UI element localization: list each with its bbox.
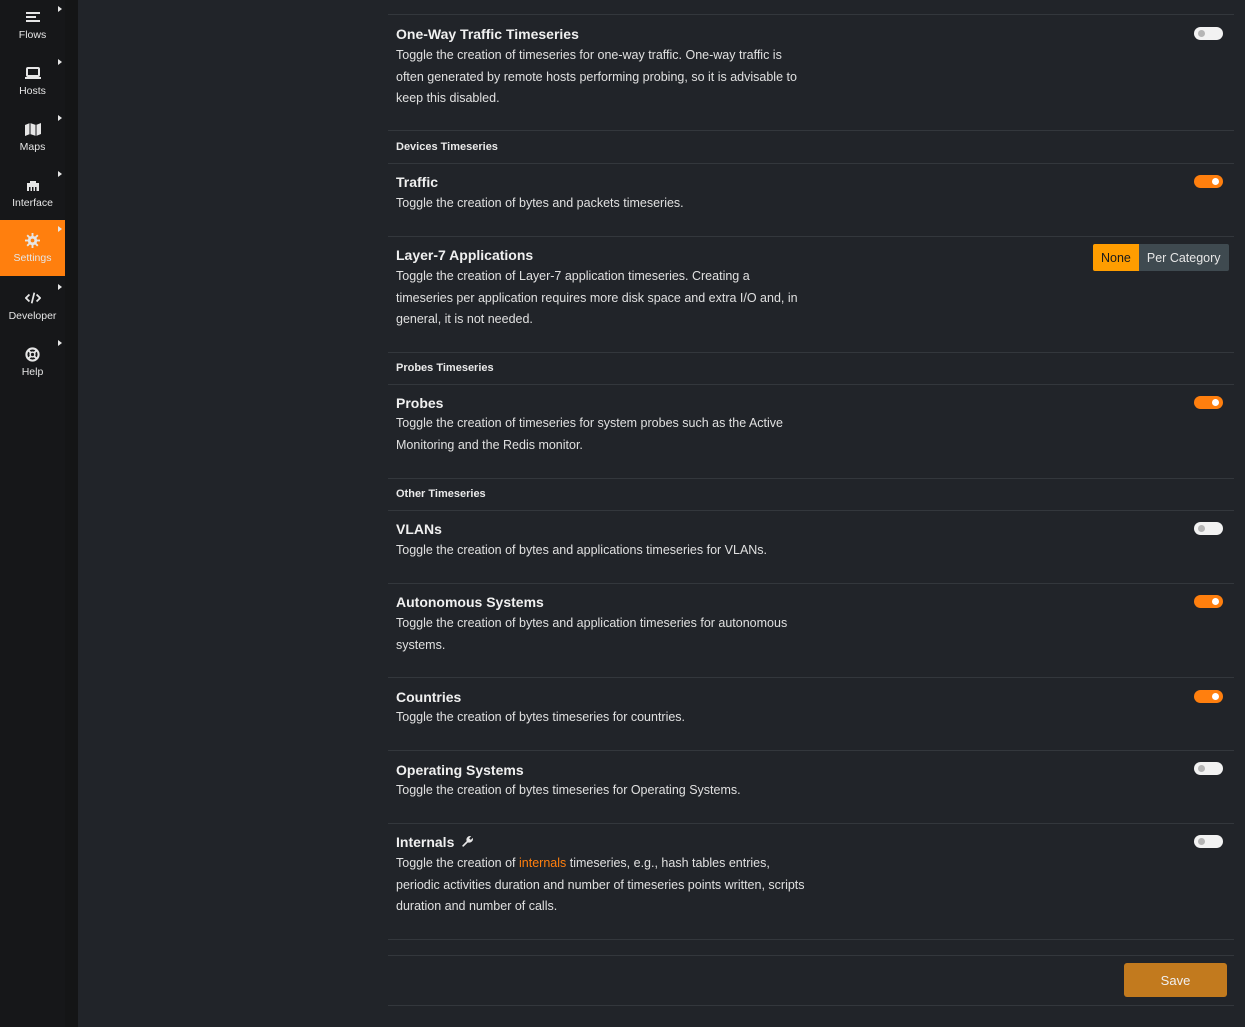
list-icon <box>25 9 41 25</box>
one-way-traffic-toggle[interactable] <box>1194 27 1223 40</box>
sidebar-item-label: Help <box>21 366 44 378</box>
vlans-toggle[interactable] <box>1194 522 1223 535</box>
divider <box>388 14 1234 15</box>
sidebar-item-label: Hosts <box>19 85 46 97</box>
section-heading: Other Timeseries <box>396 488 486 500</box>
sidebar-item-label: Settings <box>13 252 52 264</box>
divider <box>388 677 1234 678</box>
setting-title: Probes <box>396 395 444 411</box>
sidebar: Flows Hosts Maps Interface Settings Deve <box>0 0 65 1027</box>
divider <box>388 583 1234 584</box>
section-heading: Devices Timeseries <box>396 141 498 153</box>
divider <box>388 955 1234 956</box>
caret-right-icon <box>58 115 62 121</box>
toggle-knob <box>1212 693 1219 700</box>
sidebar-item-maps[interactable]: Maps <box>0 109 65 165</box>
wrench-icon <box>461 835 474 851</box>
sidebar-item-label: Developer <box>8 310 57 322</box>
lifebuoy-icon <box>25 346 41 362</box>
code-icon <box>24 290 41 306</box>
sidebar-item-settings[interactable]: Settings <box>0 220 65 276</box>
internals-toggle[interactable] <box>1194 835 1223 848</box>
toggle-knob <box>1212 598 1219 605</box>
setting-title: Operating Systems <box>396 762 524 778</box>
setting-description: Toggle the creation of internals timeser… <box>396 853 806 918</box>
save-button[interactable]: Save <box>1124 963 1227 997</box>
setting-description: Toggle the creation of timeseries for on… <box>396 48 797 105</box>
divider <box>388 510 1234 511</box>
divider <box>388 163 1234 164</box>
sidebar-gutter <box>65 0 78 1027</box>
divider <box>388 478 1234 479</box>
map-icon <box>24 121 41 137</box>
countries-toggle[interactable] <box>1194 690 1223 703</box>
caret-right-icon <box>58 6 62 12</box>
caret-right-icon <box>58 59 62 65</box>
setting-description: Toggle the creation of bytes and applica… <box>396 616 788 652</box>
sidebar-item-label: Flows <box>18 29 47 41</box>
gear-icon <box>25 232 41 248</box>
toggle-knob <box>1198 765 1205 772</box>
layer7-mode-selector: None Per Category <box>1093 244 1229 271</box>
caret-right-icon <box>58 284 62 290</box>
sidebar-item-label: Interface <box>12 197 53 209</box>
divider <box>388 352 1234 353</box>
section-heading: Probes Timeseries <box>396 362 494 374</box>
divider <box>388 1005 1234 1006</box>
toggle-knob <box>1198 838 1205 845</box>
sidebar-item-hosts[interactable]: Hosts <box>0 53 65 109</box>
divider <box>388 823 1234 824</box>
ethernet-icon <box>25 177 41 193</box>
setting-description: Toggle the creation of Layer-7 applicati… <box>396 269 798 326</box>
sidebar-item-label: Maps <box>19 141 46 153</box>
caret-right-icon <box>58 340 62 346</box>
setting-title: Internals <box>396 834 474 851</box>
internals-title-text: Internals <box>396 834 455 850</box>
sidebar-item-developer[interactable]: Developer <box>0 278 65 334</box>
setting-title: One-Way Traffic Timeseries <box>396 26 579 42</box>
toggle-knob <box>1198 30 1205 37</box>
setting-description: Toggle the creation of bytes timeseries … <box>396 783 741 797</box>
option-per-category-button[interactable]: Per Category <box>1138 244 1229 271</box>
setting-title: VLANs <box>396 521 442 537</box>
internals-desc-start: Toggle the creation of <box>396 856 519 870</box>
sidebar-item-help[interactable]: Help <box>0 334 65 390</box>
setting-title: Autonomous Systems <box>396 594 544 610</box>
setting-description: Toggle the creation of timeseries for sy… <box>396 416 783 452</box>
setting-title: Layer-7 Applications <box>396 247 534 263</box>
setting-description: Toggle the creation of bytes and applica… <box>396 543 768 557</box>
sidebar-item-interface[interactable]: Interface <box>0 165 65 221</box>
internals-link[interactable]: internals <box>519 856 566 870</box>
sidebar-item-flows[interactable]: Flows <box>0 0 65 50</box>
caret-right-icon <box>58 226 62 232</box>
operating-systems-toggle[interactable] <box>1194 762 1223 775</box>
divider <box>388 130 1234 131</box>
setting-title: Countries <box>396 689 462 705</box>
option-none-button[interactable]: None <box>1093 244 1139 271</box>
toggle-knob <box>1212 178 1219 185</box>
toggle-knob <box>1198 525 1205 532</box>
toggle-knob <box>1212 399 1219 406</box>
traffic-toggle[interactable] <box>1194 175 1223 188</box>
divider <box>388 236 1234 237</box>
divider <box>388 384 1234 385</box>
divider <box>388 750 1234 751</box>
autonomous-systems-toggle[interactable] <box>1194 595 1223 608</box>
setting-description: Toggle the creation of bytes timeseries … <box>396 710 686 724</box>
setting-title: Traffic <box>396 174 439 190</box>
probes-toggle[interactable] <box>1194 396 1223 409</box>
divider <box>388 939 1234 940</box>
laptop-icon <box>24 65 41 81</box>
caret-right-icon <box>58 171 62 177</box>
setting-description: Toggle the creation of bytes and packets… <box>396 196 684 210</box>
